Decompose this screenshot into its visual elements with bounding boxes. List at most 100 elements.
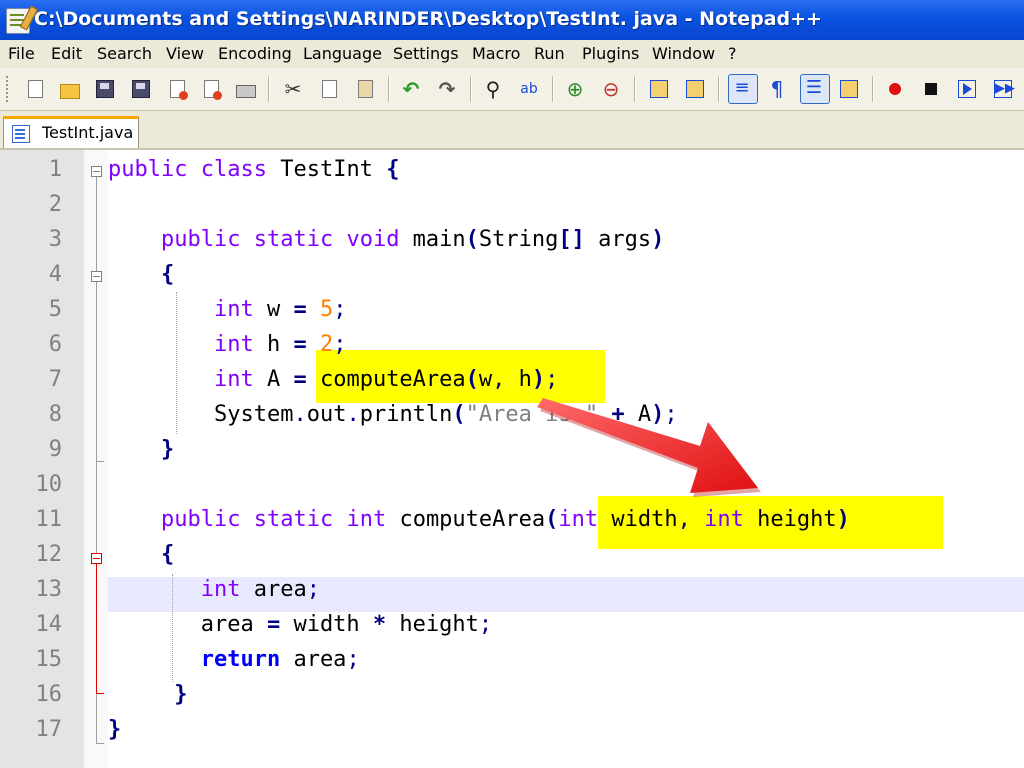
code-line: area = width * height; — [200, 612, 493, 637]
notepad-plus-plus-app-icon[interactable] — [6, 8, 30, 34]
fold-end-compute-area — [96, 693, 104, 694]
line-number: 14 — [35, 612, 63, 637]
paste-icon — [358, 80, 373, 98]
save-all-button[interactable] — [128, 76, 154, 102]
toolbar-separator — [470, 76, 472, 102]
line-number: 7 — [48, 367, 62, 392]
fold-end-main — [96, 461, 104, 462]
toolbar: ✂ ↶ ↷ ⚲ ab ⊕ ⊖ ≡ ¶ ☰ ▶▶ — [0, 68, 1024, 111]
menu-encoding[interactable]: Encoding — [218, 44, 292, 63]
code-line: int area; — [200, 577, 320, 602]
save-icon — [96, 80, 114, 98]
menu-settings[interactable]: Settings — [393, 44, 459, 63]
code-line: int A = computeArea(w, h); — [213, 367, 559, 392]
code-line: public static void main(String[] args) — [160, 227, 665, 252]
fold-end-class — [96, 743, 104, 744]
line-number: 8 — [48, 402, 62, 427]
undo-icon: ↶ — [402, 77, 420, 101]
sync-horizontal-icon — [686, 80, 704, 98]
line-number: 17 — [35, 717, 63, 742]
code-line: System.out.println("Area is " + A); — [213, 402, 678, 427]
find-icon: ⚲ — [485, 77, 501, 101]
fold-toggle-class[interactable] — [91, 166, 102, 177]
paste-button[interactable] — [352, 76, 378, 102]
record-macro-button[interactable] — [882, 76, 908, 102]
tab-strip: TestInt.java — [0, 111, 1024, 150]
saved-file-icon — [12, 125, 30, 143]
new-file-icon — [28, 80, 43, 98]
cut-icon: ✂ — [284, 77, 302, 101]
menu-plugins[interactable]: Plugins — [582, 44, 639, 63]
code-editor[interactable]: 1 2 3 4 5 6 7 8 9 10 11 12 13 14 15 16 1… — [0, 150, 1024, 768]
close-all-button[interactable] — [198, 76, 224, 102]
menu-view[interactable]: View — [166, 44, 204, 63]
zoom-in-icon: ⊕ — [566, 77, 584, 101]
line-number: 3 — [48, 227, 62, 252]
open-file-button[interactable] — [56, 76, 82, 102]
copy-button[interactable] — [316, 76, 342, 102]
stop-recording-icon — [925, 83, 937, 95]
code-line: return area; — [200, 647, 360, 672]
open-file-icon — [60, 84, 80, 99]
undo-button[interactable]: ↶ — [398, 76, 424, 102]
menu-language[interactable]: Language — [303, 44, 382, 63]
code-line: } — [174, 682, 188, 707]
close-button[interactable] — [164, 76, 190, 102]
code-line: { — [160, 542, 175, 567]
menu-help[interactable]: ? — [728, 44, 737, 63]
save-button[interactable] — [92, 76, 118, 102]
code-line: } — [160, 437, 175, 462]
indent-guide-button[interactable]: ☰ — [800, 74, 830, 104]
word-wrap-button[interactable]: ≡ — [728, 74, 758, 104]
close-icon — [170, 80, 188, 100]
replace-icon: ab — [520, 81, 538, 97]
line-number: 6 — [48, 332, 62, 357]
user-defined-language-icon — [840, 80, 858, 98]
save-all-icon — [132, 80, 150, 98]
redo-button[interactable]: ↷ — [434, 76, 460, 102]
menu-file[interactable]: File — [8, 44, 35, 63]
menu-run[interactable]: Run — [534, 44, 565, 63]
zoom-in-button[interactable]: ⊕ — [562, 76, 588, 102]
replace-button[interactable]: ab — [516, 76, 542, 102]
line-number: 11 — [35, 507, 63, 532]
tab-testint-java[interactable]: TestInt.java — [3, 116, 139, 148]
menu-window[interactable]: Window — [652, 44, 715, 63]
show-all-characters-button[interactable]: ¶ — [764, 76, 790, 102]
sync-vertical-icon — [650, 80, 668, 98]
code-line: public static int computeArea(int width,… — [160, 507, 850, 532]
toolbar-separator — [552, 76, 554, 102]
fold-toggle-compute-area[interactable] — [91, 553, 102, 564]
menu-edit[interactable]: Edit — [51, 44, 82, 63]
tab-label: TestInt.java — [42, 123, 134, 142]
menu-macro[interactable]: Macro — [472, 44, 520, 63]
toolbar-separator — [872, 76, 874, 102]
menu-search[interactable]: Search — [97, 44, 152, 63]
line-number: 5 — [48, 297, 62, 322]
toolbar-grip[interactable] — [6, 76, 11, 102]
menu-bar: File Edit Search View Encoding Language … — [0, 40, 1024, 68]
zoom-out-button[interactable]: ⊖ — [598, 76, 624, 102]
record-macro-icon — [889, 83, 901, 95]
sync-vertical-button[interactable] — [646, 76, 672, 102]
run-macro-multiple-icon: ▶▶ — [994, 80, 1015, 98]
cut-button[interactable]: ✂ — [280, 76, 306, 102]
copy-icon — [322, 80, 337, 98]
redo-icon: ↷ — [438, 77, 456, 101]
run-macro-multiple-button[interactable]: ▶▶ — [990, 76, 1016, 102]
fold-toggle-main[interactable] — [91, 271, 102, 282]
zoom-out-icon: ⊖ — [602, 77, 620, 101]
user-defined-language-button[interactable] — [836, 76, 862, 102]
line-number: 2 — [48, 192, 62, 217]
code-line: public class TestInt { — [108, 157, 400, 182]
line-number: 13 — [35, 577, 63, 602]
sync-horizontal-button[interactable] — [682, 76, 708, 102]
window-title: C:\Documents and Settings\NARINDER\Deskt… — [34, 8, 822, 30]
find-button[interactable]: ⚲ — [480, 76, 506, 102]
new-file-button[interactable] — [22, 76, 48, 102]
line-number: 4 — [48, 262, 62, 287]
line-number: 16 — [35, 682, 63, 707]
play-macro-button[interactable] — [954, 76, 980, 102]
stop-recording-button[interactable] — [918, 76, 944, 102]
print-button[interactable] — [232, 76, 258, 102]
